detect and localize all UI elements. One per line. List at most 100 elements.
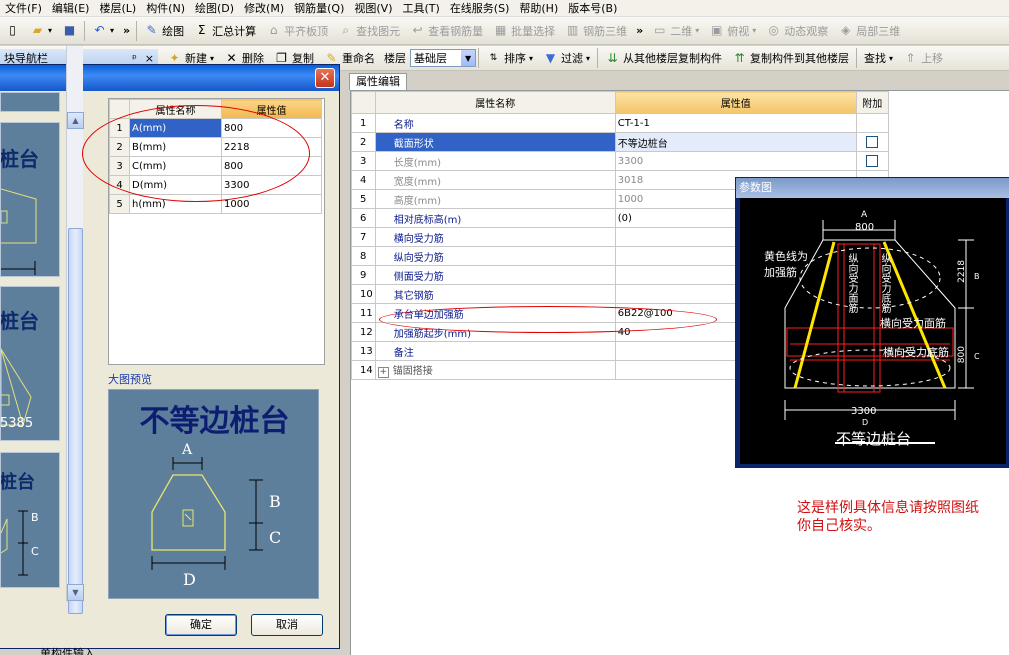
diagram-a-value: 800 xyxy=(855,222,875,233)
menu-item[interactable]: 楼层(L) xyxy=(94,0,141,17)
row-index: 2 xyxy=(109,137,130,157)
diagram-title: 参数图 xyxy=(736,178,1009,198)
param-value[interactable]: 3300 xyxy=(221,175,322,195)
save-button[interactable]: ■ xyxy=(57,19,82,43)
tab-property-edit[interactable]: 属性编辑 xyxy=(349,73,407,90)
param-value[interactable]: 2218 xyxy=(221,137,322,157)
find-element-button[interactable]: ⌕ 查找图元 xyxy=(333,19,405,43)
menu-item[interactable]: 视图(V) xyxy=(349,0,397,17)
extra-checkbox[interactable] xyxy=(866,136,879,148)
draw-button[interactable]: ✎ 绘图 xyxy=(139,19,189,43)
menu-item[interactable]: 版本号(B) xyxy=(563,0,622,17)
parameter-table: 属性名称 属性值 1 A(mm) 800 2 B(mm) 2218 3 C(mm) 800 4 D(… xyxy=(109,99,322,366)
param-row[interactable]: 3 C(mm) 800 xyxy=(109,156,322,176)
extra-cell xyxy=(855,132,889,152)
find-button[interactable]: 查找 ▾ xyxy=(859,46,898,70)
draw-label: 绘图 xyxy=(162,24,185,38)
view-2d-select[interactable]: ▭ 二维 ▾ xyxy=(647,19,704,43)
property-row[interactable]: 1 名称 CT-1-1 xyxy=(351,113,889,133)
param-row[interactable]: 2 B(mm) 2218 xyxy=(109,137,322,157)
menu-item[interactable]: 工具(T) xyxy=(398,0,445,17)
property-row[interactable]: 2 截面形状 不等边桩台 xyxy=(351,132,889,152)
extra-cell xyxy=(855,113,889,133)
shape-thumbnail[interactable]: 桩台 xyxy=(0,122,60,277)
param-name-header: 属性名称 xyxy=(129,99,222,119)
menu-item[interactable]: 构件(N) xyxy=(141,0,190,17)
param-value[interactable]: 1000 xyxy=(221,194,322,214)
empty-cell xyxy=(110,252,130,271)
param-value[interactable]: 800 xyxy=(221,118,322,138)
top-view-button[interactable]: ▣ 俯视 ▾ xyxy=(704,19,761,43)
property-value[interactable]: 不等边桩台 xyxy=(614,132,857,152)
view-rebar-button[interactable]: ↩ 查看钢筋量 xyxy=(405,19,488,43)
copy-to-floor-button[interactable]: ⇈ 复制构件到其他楼层 xyxy=(727,46,854,70)
dynamic-view-button[interactable]: ◎ 动态观察 xyxy=(761,19,833,43)
param-row[interactable]: 4 D(mm) 3300 xyxy=(109,175,322,195)
batch-select-button[interactable]: ▦ 批量选择 xyxy=(488,19,560,43)
menu-item[interactable]: 文件(F) xyxy=(0,0,47,17)
rebar-3d-button[interactable]: ▥ 钢筋三维 xyxy=(560,19,632,43)
param-name: C(mm) xyxy=(129,156,222,176)
undo-button[interactable]: ↶ ▾ xyxy=(87,19,119,43)
empty-row xyxy=(110,252,322,271)
ok-button[interactable]: 确定 xyxy=(165,614,237,636)
param-row[interactable]: 1 A(mm) 800 xyxy=(109,118,322,138)
shape-thumbnail[interactable] xyxy=(0,92,60,112)
menu-item[interactable]: 帮助(H) xyxy=(514,0,563,17)
diagram-c-label: C xyxy=(974,352,980,361)
find-element-label: 查找图元 xyxy=(356,24,401,38)
dialog-close-button[interactable]: ✕ xyxy=(315,68,335,88)
pin-icon[interactable]: ᵖ xyxy=(132,52,137,65)
sort-button[interactable]: ⇅ 排序 ▾ xyxy=(481,46,538,70)
property-value[interactable]: CT-1-1 xyxy=(614,113,857,133)
empty-row xyxy=(110,328,322,347)
property-row[interactable]: 3 长度(mm) 3300 xyxy=(351,151,889,171)
toolbar-overflow[interactable]: » xyxy=(119,24,134,37)
row-index: 1 xyxy=(351,113,376,133)
scroll-up-button[interactable]: ▲ xyxy=(67,112,84,129)
property-name: 加强筋起步(mm) xyxy=(374,322,616,342)
property-name: 宽度(mm) xyxy=(374,170,616,190)
new-file-button[interactable]: ▯ xyxy=(0,19,25,43)
cancel-button[interactable]: 取消 xyxy=(251,614,323,636)
toolbar-overflow[interactable]: » xyxy=(632,24,647,37)
empty-cell xyxy=(222,214,322,233)
open-button[interactable]: ▰ ▾ xyxy=(25,19,57,43)
summary-button[interactable]: Σ 汇总计算 xyxy=(189,19,261,43)
menu-item[interactable]: 在线服务(S) xyxy=(445,0,515,17)
separator xyxy=(84,20,86,41)
extra-checkbox[interactable] xyxy=(866,155,879,167)
property-name-group: + 锚固搭接 xyxy=(374,360,616,380)
flat-slab-button[interactable]: ⌂ 平齐板顶 xyxy=(261,19,333,43)
move-up-button[interactable]: ⇑ 上移 xyxy=(898,46,948,70)
local-3d-button[interactable]: ◈ 局部三维 xyxy=(833,19,905,43)
expand-icon[interactable]: + xyxy=(377,367,389,378)
bottom-tab-label[interactable]: 单构件输入 xyxy=(40,645,95,655)
diagram-transverse-top: 横向受力面筋 xyxy=(880,317,946,330)
floor-select[interactable]: 基础层 ▼ xyxy=(410,49,477,67)
menu-item[interactable]: 绘图(D) xyxy=(190,0,239,17)
shape-thumbnail[interactable]: 桩台 B C xyxy=(0,452,60,588)
separator xyxy=(597,48,599,68)
close-icon[interactable]: × xyxy=(145,52,154,65)
value-header: 属性值 xyxy=(614,91,857,114)
menu-item[interactable]: 钢筋量(Q) xyxy=(289,0,349,17)
menu-item[interactable]: 修改(M) xyxy=(239,0,289,17)
scroll-down-button[interactable]: ▼ xyxy=(67,584,84,601)
menu-item[interactable]: 编辑(E) xyxy=(47,0,95,17)
param-value[interactable]: 800 xyxy=(221,156,322,176)
separator xyxy=(856,48,858,68)
copy-from-icon: ⇊ xyxy=(607,50,618,65)
param-row[interactable]: 5 h(mm) 1000 xyxy=(109,194,322,214)
copy-from-floor-button[interactable]: ⇊ 从其他楼层复制构件 xyxy=(600,46,727,70)
thumbnail-scrollbar[interactable]: ▲ ▼ xyxy=(66,46,84,614)
cube-icon: ▣ xyxy=(711,23,723,37)
rename-label: 重命名 xyxy=(342,52,376,65)
floor-value: 基础层 xyxy=(414,52,448,65)
diagram-longitudinal-bottom: 纵向受力底筋 xyxy=(879,253,890,313)
param-diagram-window: 参数图 A 800 黄色线为 加强筋 纵向受力面筋 纵向受力底筋 横向受力面筋 … xyxy=(735,177,1009,468)
property-value[interactable]: 3300 xyxy=(614,151,857,171)
filter-button[interactable]: ▼ 过滤 ▾ xyxy=(538,46,595,70)
scroll-thumb[interactable] xyxy=(68,228,83,614)
row-index: 14 xyxy=(351,360,376,380)
